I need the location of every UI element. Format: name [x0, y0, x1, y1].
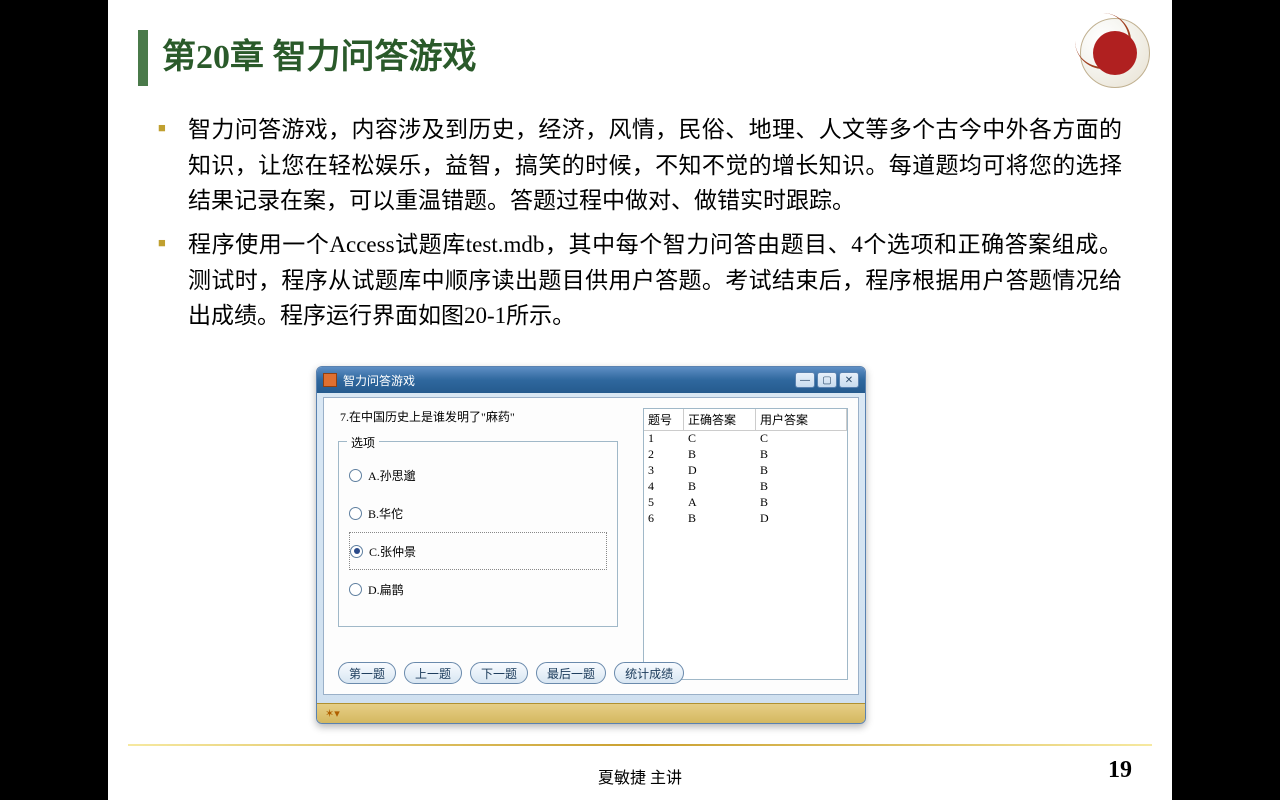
content-area: 智力问答游戏，内容涉及到历史，经济，风情，民俗、地理、人文等多个古今中外各方面的…	[158, 112, 1122, 342]
options-group: 选项 A.孙思邈B.华佗C.张仲景D.扁鹊	[338, 441, 618, 627]
university-logo	[1080, 18, 1150, 88]
slide: 第20章 智力问答游戏 智力问答游戏，内容涉及到历史，经济，风情，民俗、地理、人…	[108, 0, 1172, 800]
prev-question-button[interactable]: 上一题	[404, 662, 462, 684]
radio-icon[interactable]	[349, 507, 362, 520]
divider-rule	[128, 744, 1152, 746]
window-title-text: 智力问答游戏	[343, 372, 415, 389]
next-question-button[interactable]: 下一题	[470, 662, 528, 684]
quiz-app-window: 智力问答游戏 — ▢ ✕ 7.在中国历史上是谁发明了"麻药" 选项 A.孙思邈B…	[316, 366, 866, 724]
answer-row: 5AB	[644, 495, 847, 511]
header-no: 题号	[644, 409, 684, 430]
title-accent	[138, 30, 148, 86]
radio-icon[interactable]	[350, 545, 363, 558]
star-icon: ✶▾	[325, 707, 340, 720]
answer-row: 6BD	[644, 511, 847, 527]
radio-icon[interactable]	[349, 469, 362, 482]
page-number: 19	[1108, 757, 1132, 784]
answer-row: 1CC	[644, 431, 847, 447]
footer-text: 夏敏捷 主讲	[108, 764, 1172, 788]
answers-header: 题号 正确答案 用户答案	[644, 409, 847, 431]
minimize-button[interactable]: —	[795, 372, 815, 388]
options-label: 选项	[347, 434, 379, 451]
option-d[interactable]: D.扁鹊	[349, 570, 607, 608]
option-b[interactable]: B.华佗	[349, 494, 607, 532]
slide-title-bar: 第20章 智力问答游戏	[138, 30, 477, 86]
first-question-button[interactable]: 第一题	[338, 662, 396, 684]
bullet-1: 智力问答游戏，内容涉及到历史，经济，风情，民俗、地理、人文等多个古今中外各方面的…	[158, 112, 1122, 219]
stats-button[interactable]: 统计成绩	[614, 662, 684, 684]
answers-panel: 题号 正确答案 用户答案 1CC2BB3DB4BB5AB6BD	[643, 408, 848, 680]
option-label: A.孙思邈	[368, 467, 416, 484]
status-strip: ✶▾	[317, 703, 865, 723]
header-user: 用户答案	[756, 409, 847, 430]
option-a[interactable]: A.孙思邈	[349, 456, 607, 494]
radio-icon[interactable]	[349, 583, 362, 596]
option-c[interactable]: C.张仲景	[349, 532, 607, 570]
last-question-button[interactable]: 最后一题	[536, 662, 606, 684]
bullet-2: 程序使用一个Access试题库test.mdb，其中每个智力问答由题目、4个选项…	[158, 227, 1122, 334]
option-label: B.华佗	[368, 505, 403, 522]
window-titlebar[interactable]: 智力问答游戏 — ▢ ✕	[317, 367, 865, 393]
header-correct: 正确答案	[684, 409, 756, 430]
window-body: 7.在中国历史上是谁发明了"麻药" 选项 A.孙思邈B.华佗C.张仲景D.扁鹊 …	[323, 397, 859, 695]
answer-row: 4BB	[644, 479, 847, 495]
answer-row: 2BB	[644, 447, 847, 463]
button-row: 第一题上一题下一题最后一题统计成绩	[338, 662, 684, 684]
answer-row: 3DB	[644, 463, 847, 479]
close-button[interactable]: ✕	[839, 372, 859, 388]
option-label: C.张仲景	[369, 543, 416, 560]
slide-title: 第20章 智力问答游戏	[162, 30, 477, 86]
option-label: D.扁鹊	[368, 581, 404, 598]
app-icon	[323, 373, 337, 387]
maximize-button[interactable]: ▢	[817, 372, 837, 388]
